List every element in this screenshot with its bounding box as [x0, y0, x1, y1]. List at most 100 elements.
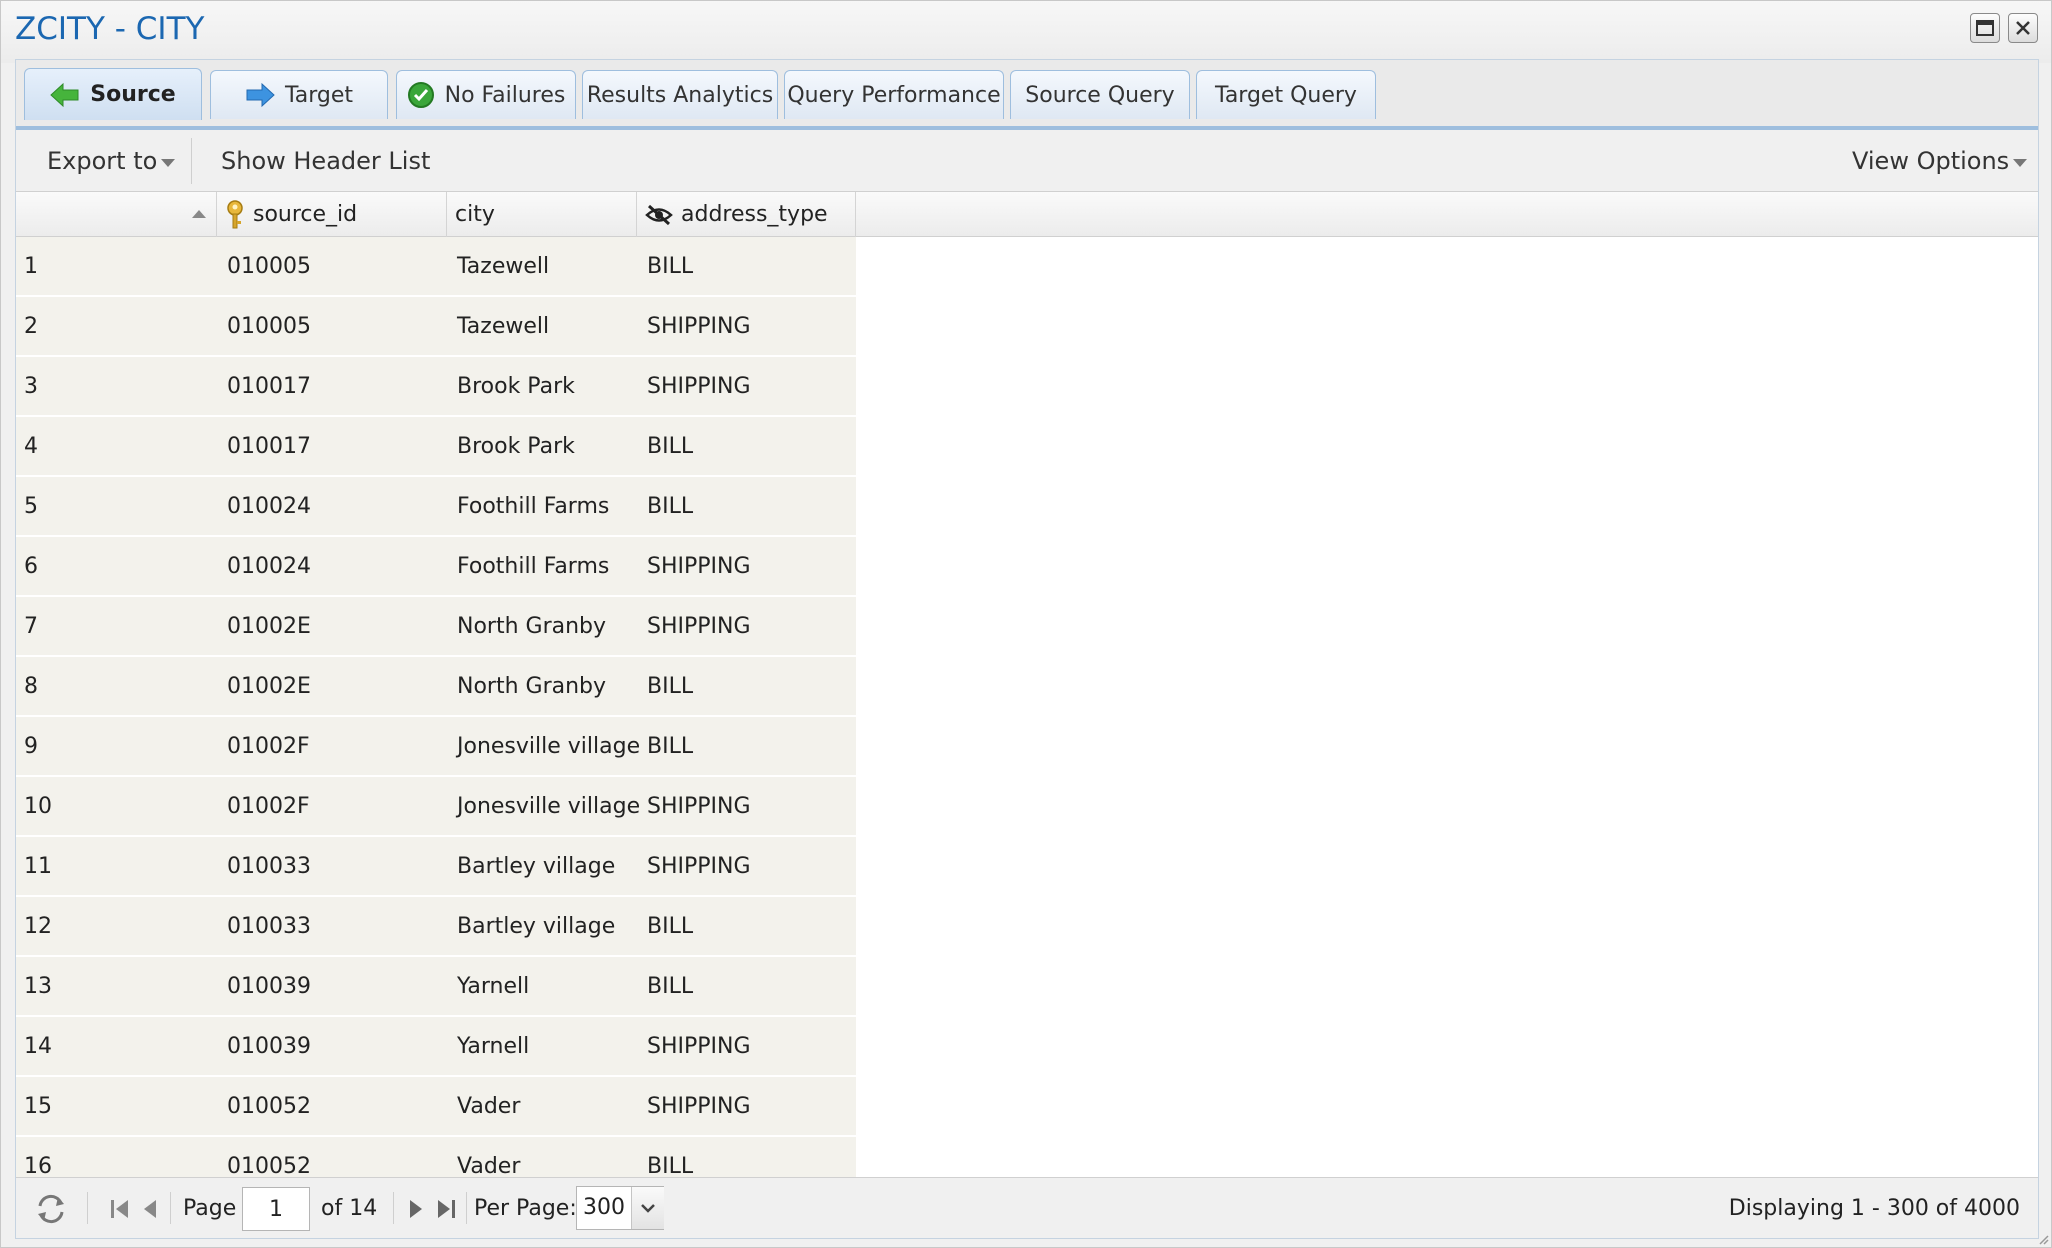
view-options-button[interactable]: View Options	[1852, 130, 2028, 192]
show-header-list-label: Show Header List	[221, 147, 431, 175]
page-number-input[interactable]: 1	[242, 1187, 310, 1231]
pager-separator	[87, 1192, 88, 1224]
cell-address-type: SHIPPING	[647, 793, 751, 819]
first-page-button[interactable]	[108, 1178, 132, 1239]
chevron-down-icon[interactable]	[631, 1187, 664, 1229]
cell-address-type: SHIPPING	[647, 1033, 751, 1059]
per-page-value: 300	[583, 1195, 625, 1220]
cell-address-type: BILL	[647, 913, 694, 939]
table-row[interactable]: 15 010052 Vader SHIPPING	[16, 1077, 856, 1137]
arrow-right-blue-icon	[245, 82, 275, 108]
table-row[interactable]: 9 01002F Jonesville village BILL	[16, 717, 856, 777]
display-summary: Displaying 1 - 300 of 4000	[1728, 1196, 2020, 1221]
cell-address-type: SHIPPING	[647, 313, 751, 339]
cell-city: Vader	[457, 1153, 521, 1178]
table-row[interactable]: 8 01002E North Granby BILL	[16, 657, 856, 717]
table-row[interactable]: 13 010039 Yarnell BILL	[16, 957, 856, 1017]
cell-rownum: 3	[24, 373, 38, 399]
column-header-rownum[interactable]	[16, 192, 217, 237]
cell-rownum: 6	[24, 553, 38, 579]
cell-rownum: 13	[24, 973, 52, 999]
view-options-label: View Options	[1852, 147, 2010, 175]
pager-separator	[170, 1192, 171, 1224]
cell-address-type: BILL	[647, 433, 694, 459]
cell-city: North Granby	[457, 673, 607, 699]
table-row[interactable]: 1 010005 Tazewell BILL	[16, 237, 856, 297]
previous-page-button[interactable]	[140, 1178, 160, 1239]
table-row[interactable]: 7 01002E North Granby SHIPPING	[16, 597, 856, 657]
chevron-down-icon	[161, 159, 176, 167]
tab-no-failures-label: No Failures	[444, 82, 566, 108]
column-header-city-label: city	[455, 202, 495, 227]
first-page-icon	[111, 1199, 128, 1218]
column-header-address-type-label: address_type	[681, 202, 828, 227]
tab-results-analytics[interactable]: Results Analytics	[582, 70, 778, 119]
tab-strip: Source Target No Failures Results Analyt…	[16, 60, 2038, 130]
cell-address-type: BILL	[647, 493, 694, 519]
cell-source-id: 010052	[227, 1153, 311, 1178]
title-bar: ZCITY - CITY	[1, 1, 2051, 63]
cell-city: Bartley village	[457, 853, 616, 879]
cell-address-type: BILL	[647, 253, 694, 279]
maximize-icon	[1976, 20, 1994, 36]
table-row[interactable]: 14 010039 Yarnell SHIPPING	[16, 1017, 856, 1077]
column-header-address-type[interactable]: address_type	[637, 192, 856, 237]
table-row[interactable]: 16 010052 Vader BILL	[16, 1137, 856, 1177]
column-header-city[interactable]: city	[447, 192, 637, 237]
cell-source-id: 010005	[227, 253, 311, 279]
cell-city: Vader	[457, 1093, 521, 1119]
cell-city: Foothill Farms	[457, 553, 610, 579]
tab-target-label: Target	[284, 82, 354, 108]
cell-address-type: SHIPPING	[647, 1093, 751, 1119]
toolbar-separator	[191, 138, 192, 184]
table-row[interactable]: 3 010017 Brook Park SHIPPING	[16, 357, 856, 417]
show-header-list-button[interactable]: Show Header List	[221, 130, 430, 192]
table-row[interactable]: 2 010005 Tazewell SHIPPING	[16, 297, 856, 357]
cell-rownum: 4	[24, 433, 38, 459]
grid-toolbar: Export to Show Header List View Options	[16, 130, 2038, 192]
table-row[interactable]: 10 01002F Jonesville village SHIPPING	[16, 777, 856, 837]
cell-city: Yarnell	[457, 973, 530, 999]
next-page-button[interactable]	[406, 1178, 426, 1239]
cell-rownum: 10	[24, 793, 52, 819]
app-window: ZCITY - CITY Source Target No Failures R…	[0, 0, 2052, 1248]
cell-address-type: SHIPPING	[647, 373, 751, 399]
refresh-button[interactable]	[34, 1178, 68, 1239]
export-to-button[interactable]: Export to	[47, 130, 176, 192]
tab-target-query-label: Target Query	[1215, 82, 1357, 108]
maximize-button[interactable]	[1970, 13, 2000, 43]
cell-source-id: 010033	[227, 853, 311, 879]
table-row[interactable]: 11 010033 Bartley village SHIPPING	[16, 837, 856, 897]
tab-query-performance-label: Query Performance	[787, 82, 1001, 108]
cell-rownum: 12	[24, 913, 52, 939]
column-header-source-id-label: source_id	[253, 202, 358, 227]
table-row[interactable]: 6 010024 Foothill Farms SHIPPING	[16, 537, 856, 597]
cell-city: Brook Park	[457, 373, 575, 399]
table-row[interactable]: 4 010017 Brook Park BILL	[16, 417, 856, 477]
tab-target[interactable]: Target	[210, 70, 388, 119]
per-page-select[interactable]: 300	[576, 1186, 664, 1230]
cell-rownum: 11	[24, 853, 52, 879]
cell-rownum: 1	[24, 253, 38, 279]
tab-source-query[interactable]: Source Query	[1010, 70, 1190, 119]
pager-separator	[466, 1192, 467, 1224]
cell-rownum: 14	[24, 1033, 52, 1059]
resize-grip-icon[interactable]	[2037, 1233, 2049, 1245]
tab-no-failures[interactable]: No Failures	[396, 70, 576, 119]
cell-rownum: 5	[24, 493, 38, 519]
cell-rownum: 7	[24, 613, 38, 639]
cell-source-id: 01002E	[227, 613, 311, 639]
column-header-source-id[interactable]: source_id	[217, 192, 447, 237]
cell-source-id: 01002E	[227, 673, 311, 699]
table-row[interactable]: 12 010033 Bartley village BILL	[16, 897, 856, 957]
cell-address-type: SHIPPING	[647, 613, 751, 639]
tab-source[interactable]: Source	[24, 68, 202, 120]
close-button[interactable]	[2008, 13, 2038, 43]
tab-target-query[interactable]: Target Query	[1196, 70, 1376, 119]
cell-rownum: 15	[24, 1093, 52, 1119]
cell-source-id: 010033	[227, 913, 311, 939]
last-page-button[interactable]	[434, 1178, 458, 1239]
table-row[interactable]: 5 010024 Foothill Farms BILL	[16, 477, 856, 537]
tab-query-performance[interactable]: Query Performance	[784, 70, 1004, 119]
cell-source-id: 010039	[227, 1033, 311, 1059]
